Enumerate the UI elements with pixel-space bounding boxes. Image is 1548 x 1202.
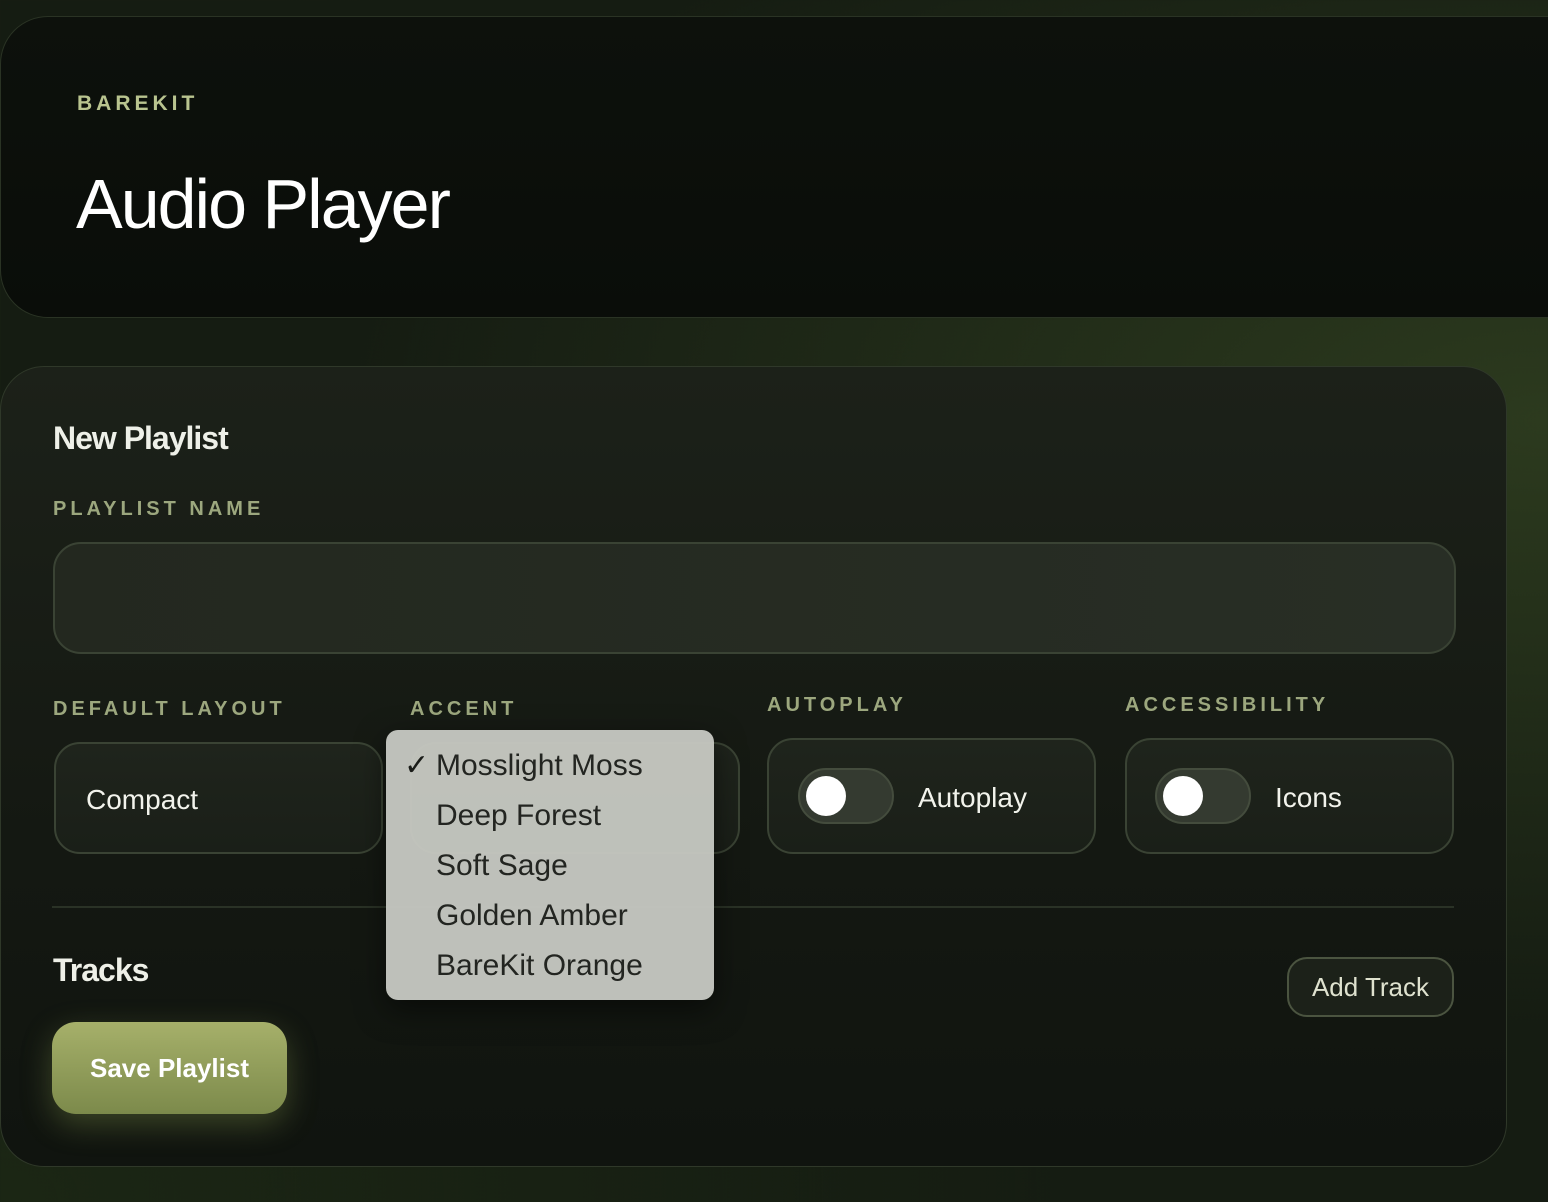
accent-option-soft-sage[interactable]: Soft Sage [386, 844, 714, 894]
accent-option-label: Deep Forest [436, 799, 602, 832]
playlist-name-label: PLAYLIST NAME [53, 498, 265, 520]
section-title-tracks: Tracks [53, 952, 149, 988]
default-layout-select[interactable]: Compact [54, 742, 383, 854]
autoplay-label: AUTOPLAY [767, 694, 907, 716]
accessibility-label: ACCESSIBILITY [1125, 694, 1330, 716]
accessibility-field: Icons [1125, 738, 1454, 854]
accent-option-mosslight-moss[interactable]: ✓ Mosslight Moss [386, 744, 714, 794]
accent-option-golden-amber[interactable]: Golden Amber [386, 894, 714, 944]
accent-dropdown-menu: ✓ Mosslight Moss Deep Forest Soft Sage G… [386, 730, 714, 1000]
accent-option-label: Mosslight Moss [436, 749, 643, 782]
add-track-button[interactable]: Add Track [1287, 957, 1454, 1017]
checkmark-icon: ✓ [404, 749, 430, 782]
playlist-name-input[interactable] [53, 542, 1456, 654]
divider [52, 906, 1454, 908]
section-title-new-playlist: New Playlist [53, 420, 229, 456]
default-layout-label: DEFAULT LAYOUT [53, 698, 286, 720]
default-layout-value: Compact [86, 784, 199, 815]
accent-option-label: Golden Amber [436, 899, 628, 932]
autoplay-field: Autoplay [767, 738, 1096, 854]
brand-label: BAREKIT [77, 92, 199, 115]
page-title: Audio Player [76, 165, 451, 243]
autoplay-toggle[interactable] [798, 768, 894, 824]
icons-toggle-label: Icons [1275, 782, 1342, 813]
icons-toggle[interactable] [1155, 768, 1251, 824]
accent-option-deep-forest[interactable]: Deep Forest [386, 794, 714, 844]
autoplay-toggle-label: Autoplay [918, 782, 1027, 813]
accent-option-barekit-orange[interactable]: BareKit Orange [386, 944, 714, 994]
accent-label: ACCENT [410, 698, 518, 720]
save-playlist-button[interactable]: Save Playlist [52, 1022, 287, 1114]
accent-option-label: Soft Sage [436, 849, 568, 882]
toggle-knob [806, 776, 846, 816]
accent-option-label: BareKit Orange [436, 949, 643, 982]
toggle-knob [1163, 776, 1203, 816]
